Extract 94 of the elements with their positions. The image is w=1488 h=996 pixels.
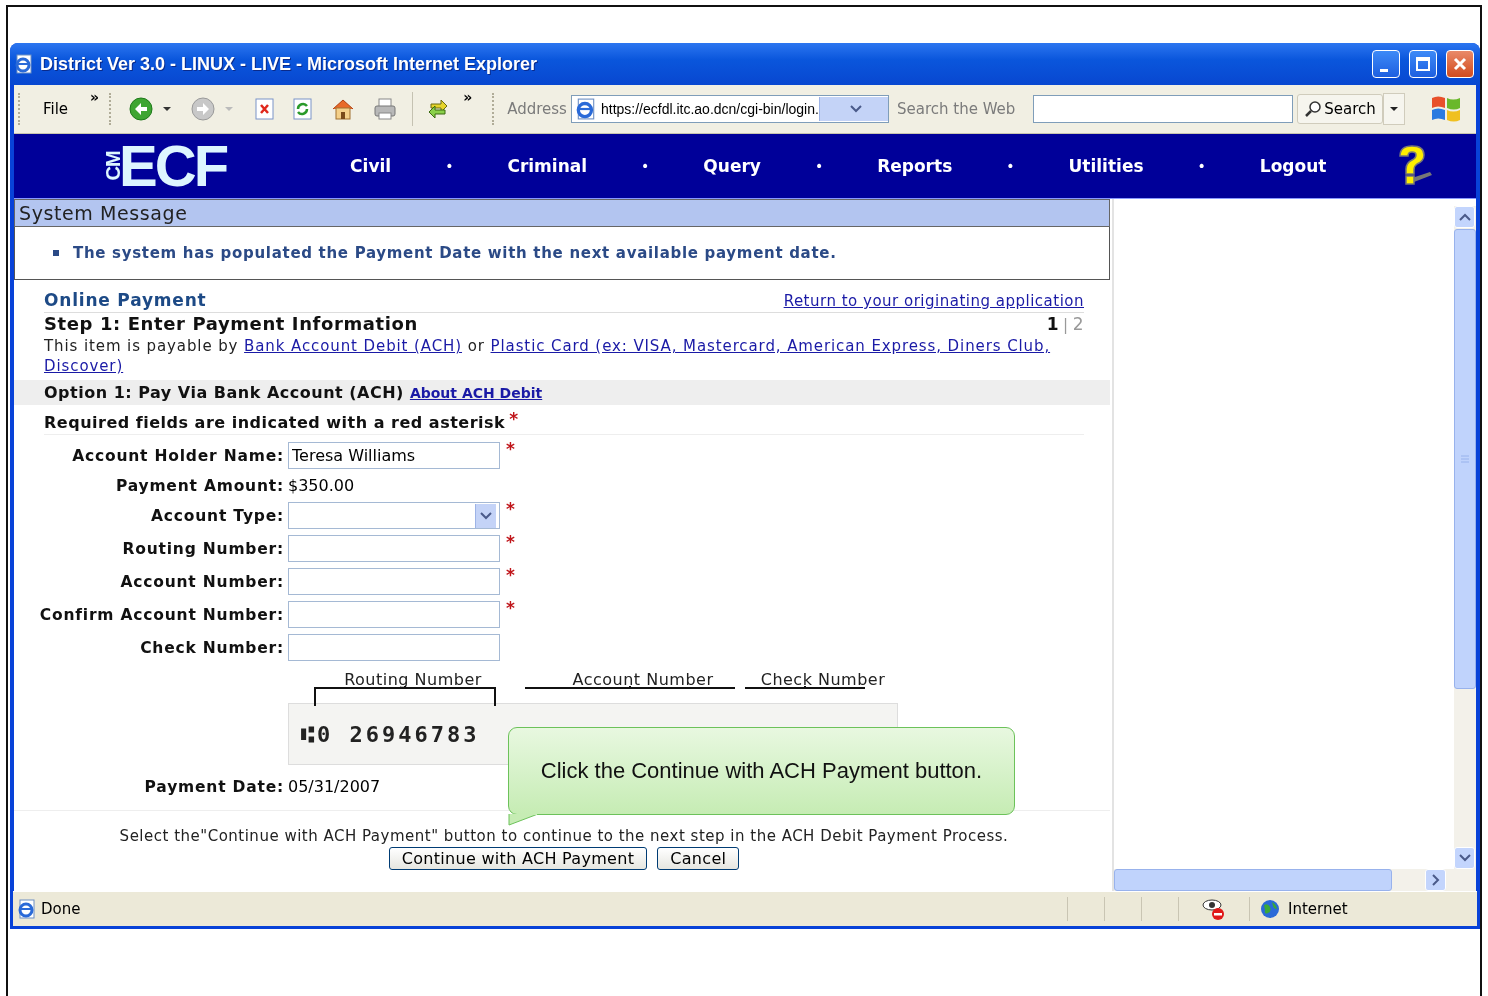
- field-value: $350.00: [288, 475, 356, 497]
- privacy-eye-icon[interactable]: [1201, 897, 1227, 921]
- check-part-label: Check Number: [759, 670, 887, 689]
- required-note: Required fields are indicated with a red asterisk: [44, 413, 506, 432]
- system-message-text: The system has populated the Payment Date with the next available payment date.: [73, 244, 837, 262]
- required-asterisk: *: [506, 439, 517, 459]
- security-zone-text: Internet: [1288, 900, 1348, 918]
- callout: Click the Continue with ACH Payment button.: [508, 727, 1015, 815]
- return-link[interactable]: Return to your originating application: [783, 292, 1084, 310]
- chevron-down-icon: [849, 104, 862, 114]
- required-asterisk: *: [506, 598, 517, 618]
- text-field[interactable]: [288, 568, 500, 595]
- chevron-right-icon: [1431, 874, 1440, 886]
- payment-date-value: 05/31/2007: [288, 776, 381, 798]
- micr-number: ⑆0 26946783: [301, 721, 480, 747]
- cancel-button[interactable]: Cancel: [657, 847, 740, 870]
- field-label: Payment Amount:: [115, 476, 284, 495]
- step-separator: |: [1063, 316, 1069, 334]
- nav-separator: •: [445, 158, 454, 174]
- continue-button[interactable]: Continue with ACH Payment: [388, 847, 648, 870]
- nav-separator: •: [1006, 158, 1015, 174]
- step-title: Step 1: Enter Payment Information: [44, 313, 418, 334]
- close-icon: [1452, 56, 1468, 72]
- bullet-icon: [53, 250, 59, 256]
- text-field[interactable]: [288, 601, 500, 628]
- globe-icon: [1260, 899, 1280, 919]
- plastic-card-link[interactable]: Plastic Card (ex: VISA, Mastercard, American Express, Diners Club,: [490, 337, 1051, 355]
- scroll-right-button[interactable]: [1425, 869, 1446, 891]
- check-part-label: Account Number: [571, 670, 715, 689]
- step-indicator: 2: [1072, 314, 1084, 334]
- payment-methods-text: This item is payable by Bank Account Debit (ACH) or Plastic Card (ex: VISA, Mastercard, American Express, Diners Club, Discover): [44, 336, 1052, 376]
- text-field[interactable]: Teresa Williams: [288, 442, 500, 469]
- browser-page-icon: [14, 54, 34, 74]
- caret-icon[interactable]: [162, 105, 173, 113]
- minimize-button[interactable]: [1372, 50, 1400, 78]
- horizontal-scrollbar[interactable]: [1114, 869, 1476, 891]
- field-label: Confirm Account Number:: [38, 605, 284, 624]
- option-title: Option 1: Pay Via Bank Account (ACH): [44, 383, 404, 402]
- status-text: Done: [41, 900, 81, 918]
- scroll-up-button[interactable]: [1454, 206, 1475, 228]
- vertical-scrollbar[interactable]: [1454, 206, 1476, 869]
- text-field[interactable]: [288, 634, 500, 661]
- required-asterisk: *: [506, 532, 517, 552]
- nav-link[interactable]: Utilities: [1068, 156, 1144, 176]
- field-label: Account Type:: [150, 506, 284, 525]
- field-label: Check Number:: [139, 638, 284, 657]
- scroll-down-button[interactable]: [1454, 847, 1475, 869]
- required-asterisk: *: [509, 409, 519, 429]
- field-label: Account Number:: [119, 572, 284, 591]
- scroll-thumb[interactable]: [1454, 229, 1476, 689]
- step-indicator: 1: [1046, 314, 1060, 334]
- text-field[interactable]: [288, 535, 500, 562]
- nav-link[interactable]: Query: [703, 156, 761, 176]
- nav-link[interactable]: Logout: [1259, 156, 1327, 176]
- nav-link[interactable]: Criminal: [507, 156, 588, 176]
- caret-icon: [1388, 105, 1399, 113]
- field-label: Account Holder Name:: [71, 446, 284, 465]
- nav-separator: •: [814, 158, 824, 174]
- toolbar-overflow-chevron[interactable]: »: [457, 89, 479, 105]
- minimize-icon: [1380, 68, 1388, 72]
- nav-separator: •: [1197, 158, 1206, 174]
- file-menu[interactable]: File: [39, 100, 73, 118]
- search-label: Search the Web: [895, 100, 1017, 118]
- search-field[interactable]: [1033, 95, 1294, 123]
- chevron-up-icon: [1458, 213, 1471, 221]
- ach-link[interactable]: Bank Account Debit (ACH): [244, 337, 463, 355]
- instruction-text: Select the"Continue with ACH Payment" button to continue to the next step in the ACH Debit Payment Process.: [118, 827, 1010, 845]
- browser-page-icon: [574, 98, 597, 120]
- required-asterisk: *: [506, 565, 517, 585]
- toolbar-overflow-chevron[interactable]: »: [84, 89, 106, 105]
- nav-link[interactable]: Reports: [877, 156, 953, 176]
- field-label: Routing Number:: [121, 539, 284, 558]
- chevron-down-icon: [1458, 854, 1471, 862]
- nav-link[interactable]: Civil: [350, 156, 392, 176]
- nav-separator: •: [641, 158, 650, 174]
- address-field[interactable]: https://ecfdl.itc.ao.dcn/cgi-bin/login.: [570, 95, 889, 123]
- check-part-label: Routing Number: [343, 670, 483, 689]
- section-heading: Online Payment: [44, 290, 207, 310]
- search-dropdown-button[interactable]: [1382, 93, 1405, 125]
- address-label: Address: [506, 100, 568, 118]
- window-title: District Ver 3.0 - LINUX - LIVE - Microsoft Internet Explorer: [40, 53, 539, 75]
- plastic-card-link[interactable]: Discover): [44, 357, 124, 375]
- about-ach-link[interactable]: About ACH Debit: [409, 385, 543, 401]
- search-button[interactable]: Search: [1297, 94, 1383, 124]
- required-asterisk: *: [506, 499, 517, 519]
- maximize-icon: [1415, 56, 1431, 72]
- field-label: Payment Date:: [143, 778, 284, 796]
- dropdown-field[interactable]: [288, 502, 500, 529]
- search-icon: [1304, 100, 1323, 118]
- close-button[interactable]: [1446, 50, 1474, 78]
- browser-page-icon: [17, 899, 37, 919]
- system-message-header: System Message: [14, 199, 1110, 227]
- scroll-thumb[interactable]: [1114, 869, 1392, 891]
- maximize-button[interactable]: [1409, 50, 1437, 78]
